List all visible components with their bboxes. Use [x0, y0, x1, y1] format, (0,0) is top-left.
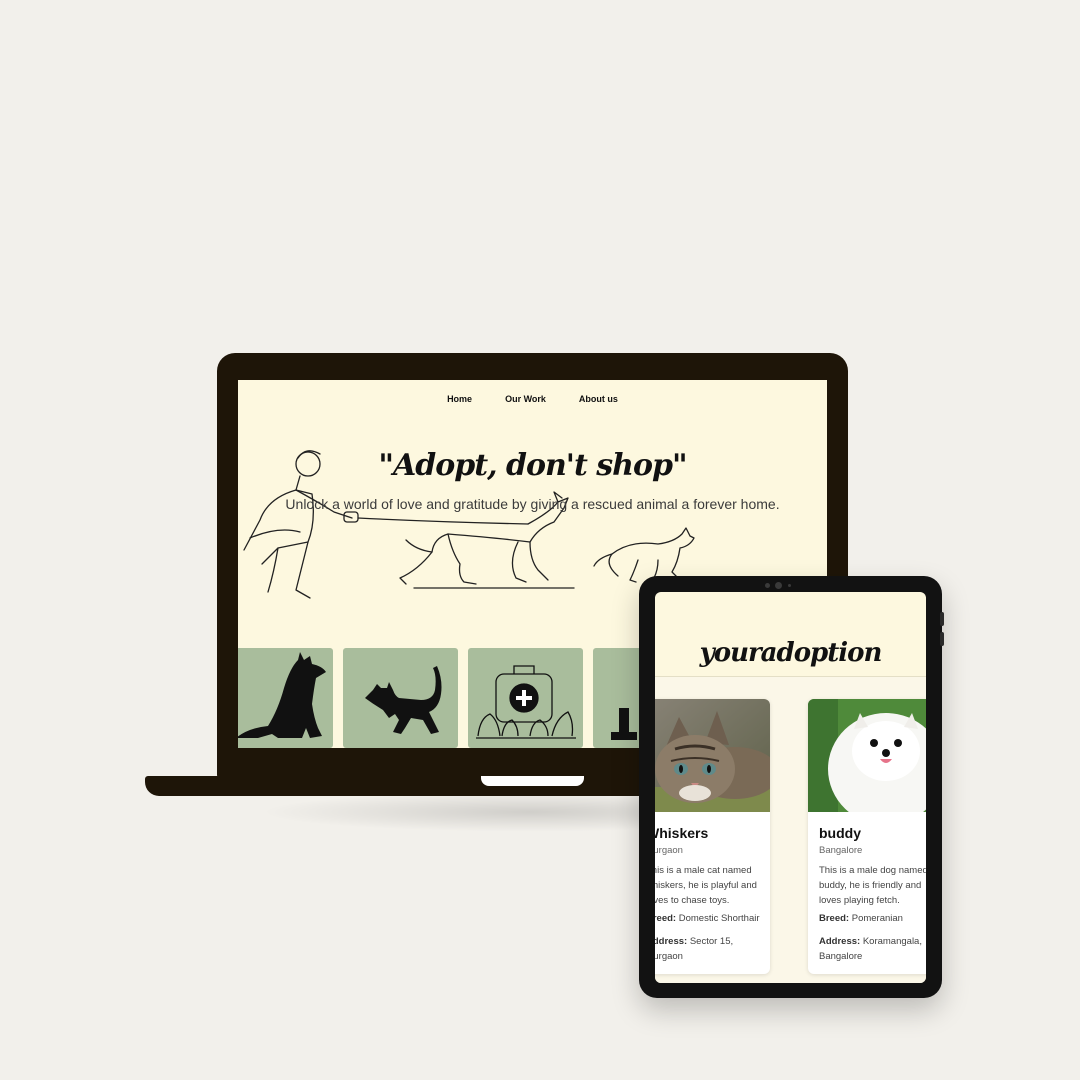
- hero-subtitle: Unlock a world of love and gratitude by …: [285, 496, 780, 512]
- dog-silhouette-icon: [238, 652, 326, 738]
- pet-description: This is a male dog named buddy, he is fr…: [819, 865, 926, 906]
- breed-value: Domestic Shorthair: [678, 913, 760, 924]
- breed-value: Pomeranian: [851, 913, 903, 924]
- brand-logo[interactable]: youradoption: [655, 638, 926, 668]
- category-tiles: [238, 648, 708, 748]
- hero-title: "Adopt, don't shop": [378, 448, 687, 483]
- nav-about-us[interactable]: About us: [579, 394, 618, 404]
- cat-silhouette-icon: [365, 666, 442, 734]
- sensor-dot: [788, 584, 791, 587]
- breed-label: Breed:: [819, 913, 850, 924]
- pet-medical-kit-icon: [476, 665, 576, 739]
- nav-home[interactable]: Home: [447, 394, 472, 404]
- address-label: Address:: [655, 936, 688, 947]
- pet-breed: Breed: Domestic Shorthair: [655, 913, 760, 924]
- pet-breed: Breed: Pomeranian: [819, 913, 903, 924]
- camera-dot: [765, 583, 770, 588]
- pet-name: Whiskers: [655, 825, 709, 841]
- tablet-volume-up-button: [940, 612, 944, 626]
- nav-our-work[interactable]: Our Work: [505, 394, 546, 404]
- tile-dogs[interactable]: [238, 648, 333, 748]
- pet-city: Bangalore: [819, 845, 863, 856]
- cat-photo: [655, 699, 770, 812]
- breed-label: Breed:: [655, 913, 677, 924]
- tile-medical[interactable]: [468, 648, 583, 748]
- pet-address: Address: Koramangala, Bangalore: [819, 934, 926, 964]
- laptop-notch: [481, 776, 584, 786]
- pet-name: buddy: [819, 825, 861, 841]
- camera-lens: [775, 582, 782, 589]
- pet-address: Address: Sector 15, Gurgaon: [655, 934, 766, 964]
- pet-card-buddy[interactable]: buddy Bangalore This is a male dog named…: [808, 699, 926, 974]
- pet-card-whiskers[interactable]: Whiskers Gurgaon This is a male cat name…: [655, 699, 770, 974]
- mobile-webpage: youradoption hiskers urgaon is is a male…: [655, 592, 926, 983]
- tablet-volume-down-button: [940, 632, 944, 646]
- pet-cards-list: Whiskers Gurgaon This is a male cat name…: [655, 677, 926, 983]
- pet-city: Gurgaon: [655, 845, 683, 856]
- main-nav: Home Our Work About us: [238, 394, 827, 404]
- pet-description: This is a male cat named whiskers, he is…: [655, 865, 757, 906]
- address-label: Address:: [819, 936, 861, 947]
- dog-photo: [808, 699, 926, 812]
- tile-cats[interactable]: [343, 648, 458, 748]
